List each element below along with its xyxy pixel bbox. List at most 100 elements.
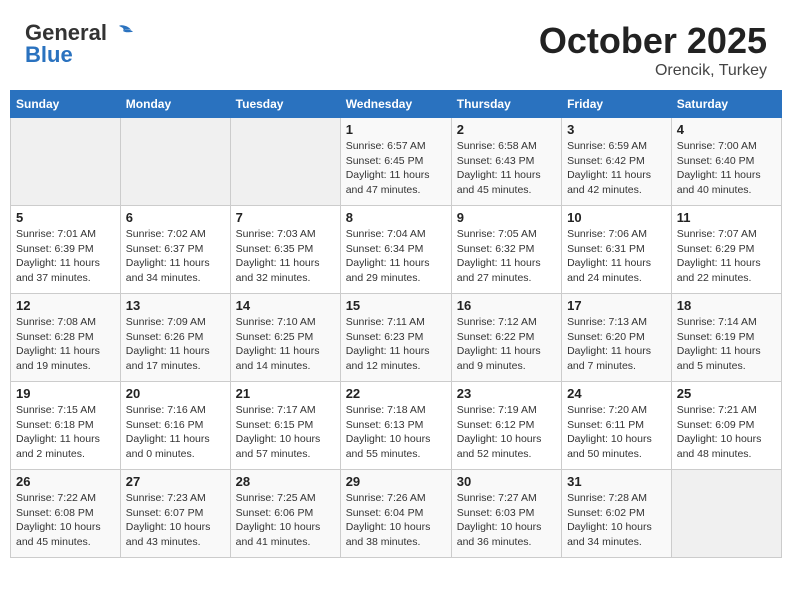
location-title: Orencik, Turkey <box>539 62 767 80</box>
day-number: 16 <box>457 298 556 313</box>
day-number: 25 <box>677 386 776 401</box>
day-info: Sunrise: 7:25 AM Sunset: 6:06 PM Dayligh… <box>236 491 335 550</box>
calendar-cell: 25 Sunrise: 7:21 AM Sunset: 6:09 PM Dayli… <box>671 382 781 470</box>
calendar-cell: 4 Sunrise: 7:00 AM Sunset: 6:40 PM Daylig… <box>671 118 781 206</box>
day-info: Sunrise: 6:58 AM Sunset: 6:43 PM Dayligh… <box>457 139 556 198</box>
day-info: Sunrise: 7:17 AM Sunset: 6:15 PM Dayligh… <box>236 403 335 462</box>
calendar-cell: 29 Sunrise: 7:26 AM Sunset: 6:04 PM Dayli… <box>340 470 451 558</box>
day-info: Sunrise: 7:16 AM Sunset: 6:16 PM Dayligh… <box>126 403 225 462</box>
day-info: Sunrise: 7:03 AM Sunset: 6:35 PM Dayligh… <box>236 227 335 286</box>
day-info: Sunrise: 6:57 AM Sunset: 6:45 PM Dayligh… <box>346 139 446 198</box>
weekday-header-friday: Friday <box>562 91 672 118</box>
logo-blue-text: Blue <box>25 42 73 68</box>
day-info: Sunrise: 7:20 AM Sunset: 6:11 PM Dayligh… <box>567 403 666 462</box>
day-info: Sunrise: 7:22 AM Sunset: 6:08 PM Dayligh… <box>16 491 115 550</box>
day-number: 26 <box>16 474 115 489</box>
day-number: 2 <box>457 122 556 137</box>
day-number: 4 <box>677 122 776 137</box>
calendar-week-3: 12 Sunrise: 7:08 AM Sunset: 6:28 PM Dayli… <box>11 294 782 382</box>
day-info: Sunrise: 7:18 AM Sunset: 6:13 PM Dayligh… <box>346 403 446 462</box>
day-number: 9 <box>457 210 556 225</box>
day-number: 28 <box>236 474 335 489</box>
month-title: October 2025 <box>539 20 767 62</box>
calendar-cell: 1 Sunrise: 6:57 AM Sunset: 6:45 PM Daylig… <box>340 118 451 206</box>
calendar-cell: 13Sunrise: 7:09 AM Sunset: 6:26 PM Dayli… <box>120 294 230 382</box>
day-info: Sunrise: 7:21 AM Sunset: 6:09 PM Dayligh… <box>677 403 776 462</box>
day-info: Sunrise: 7:00 AM Sunset: 6:40 PM Dayligh… <box>677 139 776 198</box>
weekday-header-thursday: Thursday <box>451 91 561 118</box>
day-info: Sunrise: 7:07 AM Sunset: 6:29 PM Dayligh… <box>677 227 776 286</box>
day-number: 1 <box>346 122 446 137</box>
weekday-header-monday: Monday <box>120 91 230 118</box>
calendar-cell: 26 Sunrise: 7:22 AM Sunset: 6:08 PM Dayli… <box>11 470 121 558</box>
day-info: Sunrise: 7:27 AM Sunset: 6:03 PM Dayligh… <box>457 491 556 550</box>
day-number: 12 <box>16 298 115 313</box>
day-number: 3 <box>567 122 666 137</box>
weekday-header-saturday: Saturday <box>671 91 781 118</box>
day-info: Sunrise: 7:04 AM Sunset: 6:34 PM Dayligh… <box>346 227 446 286</box>
day-info: Sunrise: 7:02 AM Sunset: 6:37 PM Dayligh… <box>126 227 225 286</box>
calendar-cell: 6Sunrise: 7:02 AM Sunset: 6:37 PM Daylig… <box>120 206 230 294</box>
day-info: Sunrise: 7:11 AM Sunset: 6:23 PM Dayligh… <box>346 315 446 374</box>
day-info: Sunrise: 7:05 AM Sunset: 6:32 PM Dayligh… <box>457 227 556 286</box>
weekday-header-row: SundayMondayTuesdayWednesdayThursdayFrid… <box>11 91 782 118</box>
calendar-cell: 31 Sunrise: 7:28 AM Sunset: 6:02 PM Dayli… <box>562 470 672 558</box>
day-info: Sunrise: 7:08 AM Sunset: 6:28 PM Dayligh… <box>16 315 115 374</box>
day-info: Sunrise: 7:01 AM Sunset: 6:39 PM Dayligh… <box>16 227 115 286</box>
calendar-cell: 9 Sunrise: 7:05 AM Sunset: 6:32 PM Daylig… <box>451 206 561 294</box>
calendar-cell <box>11 118 121 206</box>
day-number: 5 <box>16 210 115 225</box>
calendar-cell <box>120 118 230 206</box>
logo-bird-icon <box>111 24 133 42</box>
page-header: General Blue October 2025 Orencik, Turke… <box>10 10 782 85</box>
day-info: Sunrise: 7:28 AM Sunset: 6:02 PM Dayligh… <box>567 491 666 550</box>
day-info: Sunrise: 7:13 AM Sunset: 6:20 PM Dayligh… <box>567 315 666 374</box>
calendar-cell: 16 Sunrise: 7:12 AM Sunset: 6:22 PM Dayli… <box>451 294 561 382</box>
day-number: 19 <box>16 386 115 401</box>
day-info: Sunrise: 7:12 AM Sunset: 6:22 PM Dayligh… <box>457 315 556 374</box>
day-info: Sunrise: 7:23 AM Sunset: 6:07 PM Dayligh… <box>126 491 225 550</box>
calendar-cell <box>230 118 340 206</box>
day-number: 22 <box>346 386 446 401</box>
day-info: Sunrise: 7:26 AM Sunset: 6:04 PM Dayligh… <box>346 491 446 550</box>
calendar-cell: 11 Sunrise: 7:07 AM Sunset: 6:29 PM Dayli… <box>671 206 781 294</box>
day-number: 21 <box>236 386 335 401</box>
logo: General Blue <box>25 20 133 68</box>
day-info: Sunrise: 7:19 AM Sunset: 6:12 PM Dayligh… <box>457 403 556 462</box>
day-number: 11 <box>677 210 776 225</box>
day-info: Sunrise: 7:15 AM Sunset: 6:18 PM Dayligh… <box>16 403 115 462</box>
calendar-cell: 15 Sunrise: 7:11 AM Sunset: 6:23 PM Dayli… <box>340 294 451 382</box>
day-number: 18 <box>677 298 776 313</box>
calendar-cell: 18Sunrise: 7:14 AM Sunset: 6:19 PM Dayli… <box>671 294 781 382</box>
calendar-cell: 14Sunrise: 7:10 AM Sunset: 6:25 PM Dayli… <box>230 294 340 382</box>
calendar-cell: 21 Sunrise: 7:17 AM Sunset: 6:15 PM Dayli… <box>230 382 340 470</box>
calendar-cell: 19 Sunrise: 7:15 AM Sunset: 6:18 PM Dayli… <box>11 382 121 470</box>
weekday-header-tuesday: Tuesday <box>230 91 340 118</box>
calendar-cell: 2 Sunrise: 6:58 AM Sunset: 6:43 PM Daylig… <box>451 118 561 206</box>
day-number: 24 <box>567 386 666 401</box>
calendar-cell: 17 Sunrise: 7:13 AM Sunset: 6:20 PM Dayli… <box>562 294 672 382</box>
calendar-cell: 8 Sunrise: 7:04 AM Sunset: 6:34 PM Daylig… <box>340 206 451 294</box>
day-number: 29 <box>346 474 446 489</box>
day-info: Sunrise: 7:06 AM Sunset: 6:31 PM Dayligh… <box>567 227 666 286</box>
day-number: 20 <box>126 386 225 401</box>
day-number: 10 <box>567 210 666 225</box>
calendar-cell: 12 Sunrise: 7:08 AM Sunset: 6:28 PM Dayli… <box>11 294 121 382</box>
calendar-cell: 27 Sunrise: 7:23 AM Sunset: 6:07 PM Dayli… <box>120 470 230 558</box>
calendar-week-4: 19 Sunrise: 7:15 AM Sunset: 6:18 PM Dayli… <box>11 382 782 470</box>
day-number: 7 <box>236 210 335 225</box>
day-number: 27 <box>126 474 225 489</box>
calendar-week-2: 5 Sunrise: 7:01 AM Sunset: 6:39 PM Daylig… <box>11 206 782 294</box>
calendar-cell: 22 Sunrise: 7:18 AM Sunset: 6:13 PM Dayli… <box>340 382 451 470</box>
day-number: 15 <box>346 298 446 313</box>
calendar-cell: 28 Sunrise: 7:25 AM Sunset: 6:06 PM Dayli… <box>230 470 340 558</box>
calendar-week-5: 26 Sunrise: 7:22 AM Sunset: 6:08 PM Dayli… <box>11 470 782 558</box>
day-number: 31 <box>567 474 666 489</box>
title-block: October 2025 Orencik, Turkey <box>539 20 767 80</box>
day-number: 8 <box>346 210 446 225</box>
calendar-cell: 10 Sunrise: 7:06 AM Sunset: 6:31 PM Dayli… <box>562 206 672 294</box>
day-number: 17 <box>567 298 666 313</box>
day-number: 14 <box>236 298 335 313</box>
weekday-header-wednesday: Wednesday <box>340 91 451 118</box>
calendar-cell <box>671 470 781 558</box>
